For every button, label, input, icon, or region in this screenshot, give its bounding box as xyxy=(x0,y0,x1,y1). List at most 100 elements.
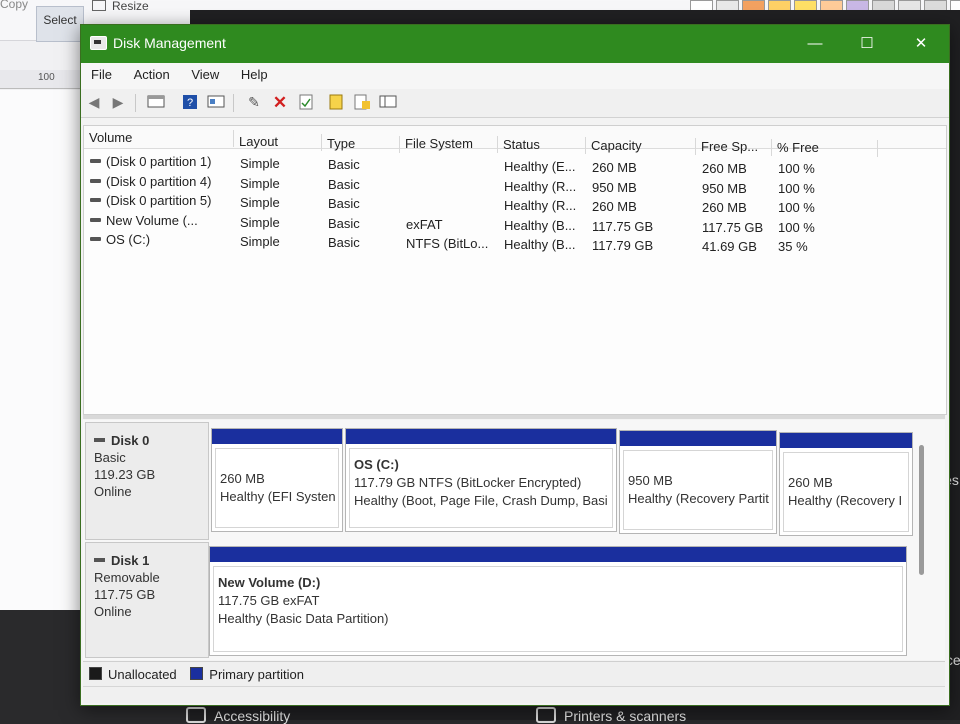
volume-list[interactable]: Volume Layout Type File System Status Ca… xyxy=(83,125,947,415)
partition-volume-name: OS (C:) xyxy=(354,457,399,472)
delete-icon[interactable]: ✕ xyxy=(271,94,289,111)
legend: Unallocated Primary partition xyxy=(83,661,945,686)
properties-icon[interactable] xyxy=(207,94,225,111)
new-icon[interactable] xyxy=(327,94,345,111)
disk-pane-scrollbar[interactable] xyxy=(919,445,924,575)
unallocated-swatch xyxy=(89,667,102,680)
volume-cell-type: Basic xyxy=(328,215,360,231)
legend-primary-partition: Primary partition xyxy=(190,667,304,682)
volume-icon xyxy=(90,159,101,163)
status-bar xyxy=(83,686,945,703)
volume-row[interactable]: OS (C:) Simple Basic NTFS (BitLo... Healthy … xyxy=(84,230,946,254)
menu-help[interactable]: Help xyxy=(241,63,268,82)
partition-size: 260 MB xyxy=(220,471,265,486)
toolbar-separator xyxy=(233,94,234,112)
volume-list-header: Volume Layout Type File System Status Ca… xyxy=(84,126,946,157)
disk-management-window: Disk Management — ☐ ✕ File Action View H… xyxy=(80,24,950,706)
partition-status: Healthy (Boot, Page File, Crash Dump, Ba… xyxy=(354,493,608,508)
volume-row[interactable]: (Disk 0 partition 4) Simple Basic Healthy (… xyxy=(84,172,946,196)
check-icon[interactable] xyxy=(297,94,315,111)
paint-copy-label[interactable]: Copy xyxy=(0,0,28,11)
list-icon[interactable] xyxy=(379,94,397,111)
settings-accessibility-item[interactable]: Accessibility xyxy=(186,707,290,724)
disk-0-label[interactable]: Disk 0 Basic 119.23 GB Online xyxy=(85,422,209,540)
volume-cell-layout: Simple xyxy=(240,156,280,171)
maximize-button[interactable]: ☐ xyxy=(849,31,885,57)
volume-cell-volume: (Disk 0 partition 1) xyxy=(90,154,232,169)
disk-0-partition-4[interactable]: 950 MB Healthy (Recovery Partit xyxy=(619,430,777,534)
disk-1-label[interactable]: Disk 1 Removable 117.75 GB Online xyxy=(85,542,209,658)
menu-file[interactable]: File xyxy=(91,63,112,82)
volume-cell-free: 41.69 GB xyxy=(702,239,757,254)
menu-action[interactable]: Action xyxy=(134,63,170,82)
volume-cell-layout: Simple xyxy=(240,214,280,230)
disk-icon xyxy=(94,438,105,442)
partition-size: 950 MB xyxy=(628,473,673,488)
resize-icon xyxy=(92,0,106,11)
settings-printers-item[interactable]: Printers & scanners xyxy=(536,707,686,724)
paint-select-button[interactable]: Select xyxy=(36,6,84,42)
connect-icon[interactable]: ✎ xyxy=(245,94,263,111)
disk-management-icon xyxy=(90,36,107,50)
column-header-type[interactable]: Type xyxy=(322,136,400,153)
pane-splitter[interactable] xyxy=(83,415,945,419)
back-arrow-icon[interactable]: ◀ xyxy=(85,94,103,111)
close-button[interactable]: ✕ xyxy=(903,31,939,57)
partition-status: Healthy (Recovery I xyxy=(788,493,903,508)
primary-partition-bar xyxy=(210,547,906,562)
volume-cell-capacity: 117.79 GB xyxy=(592,238,654,253)
paint-resize-label: Resize xyxy=(112,0,149,13)
window-title: Disk Management xyxy=(113,35,226,51)
printer-icon xyxy=(536,707,556,723)
disk-1-state: Online xyxy=(94,604,132,619)
disk-1-partition-new-volume[interactable]: New Volume (D:) 117.75 GB exFAT Healthy … xyxy=(209,546,907,656)
partition-volume-name: New Volume (D:) xyxy=(218,575,321,590)
legend-unallocated: Unallocated xyxy=(89,667,177,682)
disk-0-partition-os[interactable]: OS (C:) 117.79 GB NTFS (BitLocker Encryp… xyxy=(345,428,617,532)
column-header-volume[interactable]: Volume xyxy=(84,130,234,147)
disk-layout-pane: Disk 0 Basic 119.23 GB Online 260 MB Hea… xyxy=(83,420,945,660)
volume-cell-layout: Simple xyxy=(240,195,280,210)
toolbar-separator xyxy=(135,94,136,112)
open-icon[interactable] xyxy=(353,94,371,111)
partition-size: 260 MB xyxy=(788,475,833,490)
disk-0-kind: Basic xyxy=(94,450,126,465)
title-bar[interactable]: Disk Management — ☐ ✕ xyxy=(81,25,949,63)
volume-cell-type: Basic xyxy=(328,176,360,192)
accessibility-label: Accessibility xyxy=(214,708,291,724)
console-tree-icon[interactable] xyxy=(147,94,165,111)
volume-icon xyxy=(90,217,101,222)
paint-resize-button[interactable]: Resize xyxy=(92,0,149,13)
partition-status: Healthy (Recovery Partit xyxy=(628,491,769,506)
volume-row[interactable]: (Disk 0 partition 5) Simple Basic Healthy (… xyxy=(84,191,946,215)
partition-size: 117.79 GB NTFS (BitLocker Encrypted) xyxy=(354,475,582,490)
minimize-button[interactable]: — xyxy=(797,31,833,57)
column-header-file-system[interactable]: File System xyxy=(400,136,498,153)
disk-1-kind: Removable xyxy=(94,570,160,585)
disk-0-name: Disk 0 xyxy=(94,433,208,448)
volume-row[interactable]: New Volume (... Simple Basic exFAT Healthy (… xyxy=(84,211,946,235)
disk-0-size: 119.23 GB xyxy=(94,467,156,482)
volume-cell-type: Basic xyxy=(328,157,360,172)
help-icon[interactable]: ? xyxy=(181,94,199,111)
column-header-layout[interactable]: Layout xyxy=(234,134,322,151)
primary-partition-bar xyxy=(212,429,342,444)
disk-0-partition-5[interactable]: 260 MB Healthy (Recovery I xyxy=(779,432,913,536)
volume-cell-layout: Simple xyxy=(240,175,280,191)
volume-cell-fs: NTFS (BitLo... xyxy=(406,236,489,251)
paint-select-label: Select xyxy=(43,13,77,27)
menu-view[interactable]: View xyxy=(191,63,219,82)
volume-cell-layout: Simple xyxy=(240,234,280,249)
volume-cell-type: Basic xyxy=(328,235,360,250)
forward-arrow-icon[interactable]: ▶ xyxy=(109,94,127,111)
volume-row[interactable]: (Disk 0 partition 1) Simple Basic Healthy (… xyxy=(84,152,946,176)
primary-partition-bar xyxy=(620,431,776,446)
volume-cell-volume: (Disk 0 partition 5) xyxy=(90,193,232,208)
disk-0-partition-1[interactable]: 260 MB Healthy (EFI Systen xyxy=(211,428,343,532)
volume-cell-status: Healthy (B... xyxy=(504,237,576,252)
svg-text:?: ? xyxy=(187,97,193,109)
disk-icon xyxy=(94,558,105,562)
primary-partition-bar xyxy=(346,429,616,444)
volume-cell-volume: (Disk 0 partition 4) xyxy=(90,174,232,189)
accessibility-icon xyxy=(186,707,206,723)
